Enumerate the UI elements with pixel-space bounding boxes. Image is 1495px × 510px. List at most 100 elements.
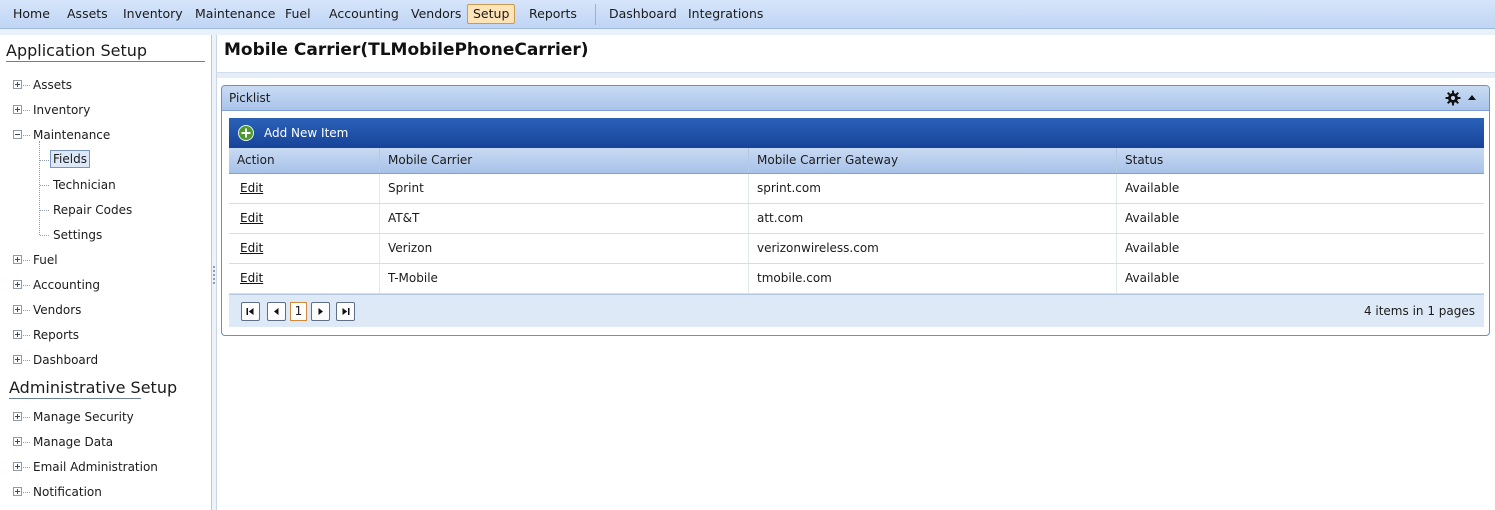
tree-connector	[23, 85, 30, 86]
expand-icon[interactable]	[13, 412, 22, 421]
collapse-arrow-icon[interactable]	[1468, 95, 1476, 100]
tree-item-fuel[interactable]: Fuel	[33, 252, 58, 268]
first-page-button[interactable]	[241, 302, 260, 321]
next-page-button[interactable]	[311, 302, 330, 321]
tree-item-dashboard[interactable]: Dashboard	[33, 352, 98, 368]
tree-connector	[40, 210, 49, 211]
action-cell: Edit	[229, 174, 380, 203]
tree-item-settings[interactable]: Settings	[53, 227, 102, 243]
first-page-icon	[246, 308, 254, 315]
add-new-item-button[interactable]: Add New Item	[264, 126, 348, 140]
gateway-cell: att.com	[749, 204, 1117, 233]
tree-item-accounting[interactable]: Accounting	[33, 277, 100, 293]
expand-icon[interactable]	[13, 80, 22, 89]
tree-item-repair-codes[interactable]: Repair Codes	[53, 202, 132, 218]
status-cell: Available	[1125, 271, 1180, 285]
expand-icon[interactable]	[13, 462, 22, 471]
expand-icon[interactable]	[13, 305, 22, 314]
menu-accounting[interactable]: Accounting	[324, 4, 404, 24]
menu-dashboard[interactable]: Dashboard	[604, 4, 682, 24]
prev-page-button[interactable]	[267, 302, 286, 321]
table-row: Edit AT&T att.com Available	[229, 204, 1484, 234]
tree-connector	[39, 141, 40, 235]
tree-item-manage-security[interactable]: Manage Security	[33, 409, 134, 425]
carrier-cell: Verizon	[380, 234, 749, 263]
menu-bottom-strip	[0, 29, 1495, 35]
column-header-mobile-carrier[interactable]: Mobile Carrier	[380, 148, 749, 173]
table-row: Edit T-Mobile tmobile.com Available	[229, 264, 1484, 294]
edit-link[interactable]: Edit	[237, 181, 263, 195]
tree-item-vendors[interactable]: Vendors	[33, 302, 81, 318]
expand-icon[interactable]	[13, 280, 22, 289]
edit-link[interactable]: Edit	[237, 211, 263, 225]
menu-maintenance[interactable]: Maintenance	[190, 4, 281, 24]
table-row: Edit Verizon verizonwireless.com Availab…	[229, 234, 1484, 264]
tree-connector	[23, 335, 30, 336]
menu-home[interactable]: Home	[8, 4, 55, 24]
edit-link[interactable]: Edit	[237, 271, 263, 285]
current-page-number[interactable]: 1	[290, 302, 307, 321]
gateway-cell: tmobile.com	[749, 264, 1117, 293]
action-cell: Edit	[229, 234, 380, 263]
tree-connector	[23, 285, 30, 286]
carrier-cell: Sprint	[380, 174, 749, 203]
tree-connector	[23, 442, 30, 443]
gateway-cell: verizonwireless.com	[749, 234, 1117, 263]
plus-circle-icon[interactable]	[238, 125, 254, 141]
tree-item-technician[interactable]: Technician	[53, 177, 116, 193]
application-setup-title: Application Setup	[6, 41, 148, 60]
menu-setup[interactable]: Setup	[467, 4, 516, 24]
section-divider	[6, 61, 205, 62]
last-page-button[interactable]	[336, 302, 355, 321]
administrative-setup-title: Administrative Setup	[9, 378, 178, 397]
carrier-cell: AT&T	[380, 204, 749, 233]
column-header-gateway[interactable]: Mobile Carrier Gateway	[749, 148, 1117, 173]
expand-icon[interactable]	[13, 437, 22, 446]
tree-connector	[23, 110, 30, 111]
picklist-header: Picklist	[222, 86, 1489, 111]
tree-item-maintenance[interactable]: Maintenance	[33, 127, 110, 143]
pager-info: 4 items in 1 pages	[1363, 304, 1475, 318]
tree-item-notification[interactable]: Notification	[33, 484, 102, 500]
expand-icon[interactable]	[13, 330, 22, 339]
tree-item-email-administration[interactable]: Email Administration	[33, 459, 158, 475]
collapse-icon[interactable]	[13, 130, 22, 139]
tree-connector	[23, 310, 30, 311]
menu-integrations[interactable]: Integrations	[683, 4, 768, 24]
edit-link[interactable]: Edit	[237, 241, 263, 255]
gear-icon[interactable]	[1445, 90, 1461, 106]
tree-connector	[23, 135, 30, 136]
tree-connector	[40, 185, 49, 186]
tree-item-assets[interactable]: Assets	[33, 77, 72, 93]
expand-icon[interactable]	[13, 105, 22, 114]
expand-icon[interactable]	[13, 487, 22, 496]
picklist-title: Picklist	[229, 91, 271, 105]
tree-connector	[23, 360, 30, 361]
menu-fuel[interactable]: Fuel	[280, 4, 316, 24]
tree-item-inventory[interactable]: Inventory	[33, 102, 90, 118]
menu-inventory[interactable]: Inventory	[118, 4, 188, 24]
expand-icon[interactable]	[13, 355, 22, 364]
prev-page-icon	[274, 308, 279, 315]
action-cell: Edit	[229, 204, 380, 233]
status-cell: Available	[1125, 181, 1180, 195]
title-divider	[217, 72, 1495, 78]
add-new-item-toolbar[interactable]: Add New Item	[229, 118, 1484, 148]
main-menu-bar: Home Assets Inventory Maintenance Fuel A…	[0, 0, 1495, 29]
tree-item-fields[interactable]: Fields	[50, 150, 90, 168]
next-page-icon	[318, 308, 323, 315]
tree-item-manage-data[interactable]: Manage Data	[33, 434, 113, 450]
status-cell: Available	[1125, 241, 1180, 255]
expand-icon[interactable]	[13, 255, 22, 264]
menu-separator	[595, 4, 596, 25]
menu-vendors[interactable]: Vendors	[406, 4, 466, 24]
picklist-panel: Picklist Add New Item Action Mobile Carr…	[221, 85, 1490, 336]
menu-reports[interactable]: Reports	[524, 4, 582, 24]
column-header-action[interactable]: Action	[229, 148, 380, 173]
status-cell: Available	[1125, 211, 1180, 225]
tree-connector	[23, 417, 30, 418]
column-header-status[interactable]: Status	[1117, 148, 1484, 173]
menu-assets[interactable]: Assets	[62, 4, 113, 24]
tree-item-reports[interactable]: Reports	[33, 327, 79, 343]
splitter-grip-icon[interactable]	[213, 266, 215, 284]
